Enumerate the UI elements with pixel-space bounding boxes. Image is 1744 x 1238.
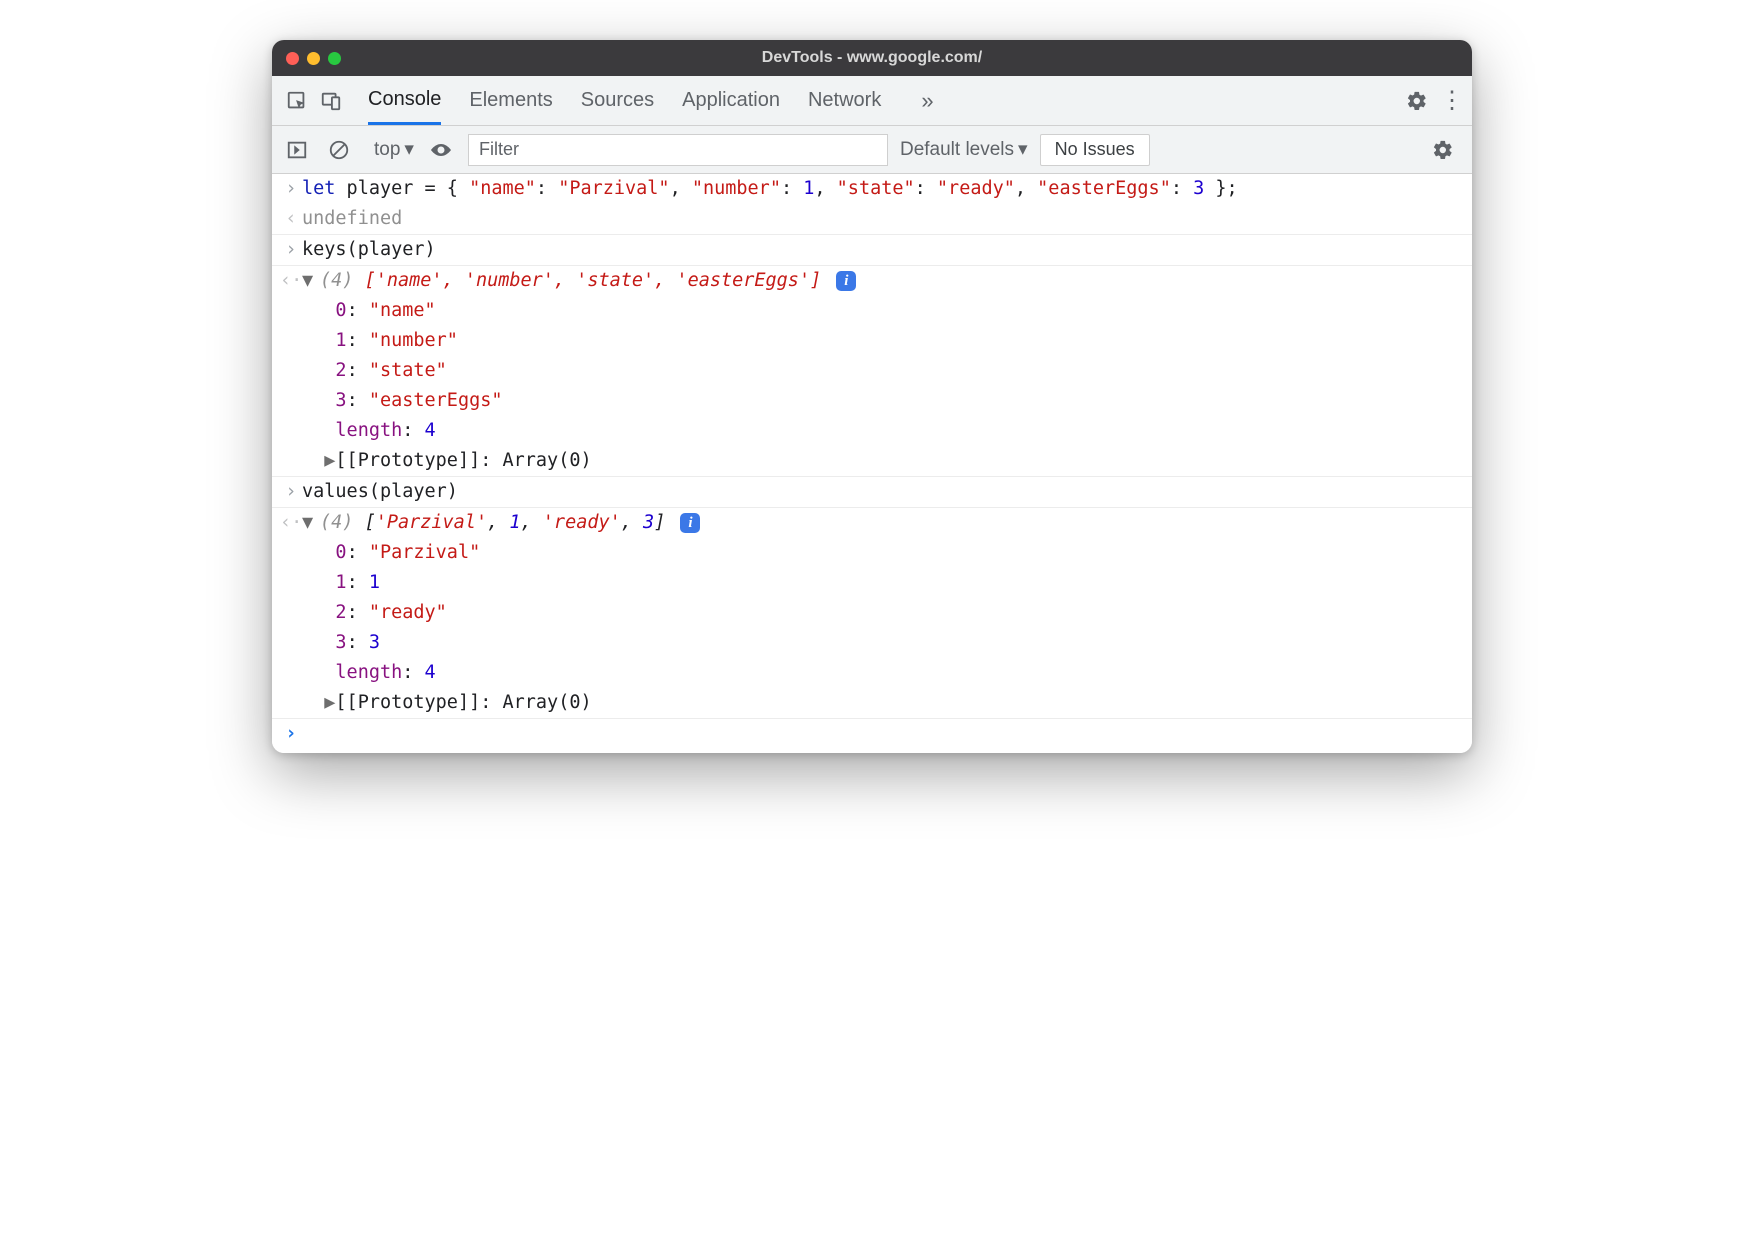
- output-value: undefined: [302, 204, 1464, 234]
- console-input-text: keys(player): [302, 235, 1464, 265]
- inspect-icon[interactable]: [282, 86, 312, 116]
- expand-toggle-icon[interactable]: ▼: [302, 508, 320, 538]
- array-prototype[interactable]: ▶[[Prototype]]: Array(0): [272, 688, 1472, 719]
- output-prompt-icon: ‹·: [280, 508, 302, 538]
- array-summary[interactable]: ▼(4) ['name', 'number', 'state', 'easter…: [302, 266, 1464, 296]
- output-prompt-icon: ‹: [280, 204, 302, 234]
- dropdown-icon: ▾: [1018, 138, 1028, 161]
- console-active-prompt[interactable]: ›: [272, 719, 1472, 753]
- info-icon[interactable]: i: [680, 513, 700, 533]
- console-input-text: values(player): [302, 477, 1464, 507]
- console-output-row: ‹ undefined: [272, 204, 1472, 235]
- context-selector[interactable]: top ▾: [374, 138, 414, 161]
- array-item: 1: "number": [272, 326, 1472, 356]
- array-item: 0: "name": [272, 296, 1472, 326]
- levels-label: Default levels: [900, 139, 1014, 161]
- tab-elements[interactable]: Elements: [469, 76, 552, 125]
- issues-button[interactable]: No Issues: [1040, 134, 1150, 166]
- array-item: 0: "Parzival": [272, 538, 1472, 568]
- tab-console[interactable]: Console: [368, 76, 441, 125]
- output-prompt-icon: ‹·: [280, 266, 302, 296]
- console-output: › let player = { "name": "Parzival", "nu…: [272, 174, 1472, 753]
- array-length: length: 4: [272, 658, 1472, 688]
- settings-gear-icon[interactable]: [1406, 90, 1436, 112]
- input-prompt-icon: ›: [280, 477, 302, 507]
- input-prompt-icon: ›: [280, 719, 302, 753]
- more-menu-icon[interactable]: ⋮: [1440, 86, 1462, 115]
- filter-input[interactable]: [468, 134, 888, 166]
- expand-toggle-icon[interactable]: ▶: [324, 450, 335, 471]
- device-toggle-icon[interactable]: [316, 86, 346, 116]
- console-settings-gear-icon[interactable]: [1432, 139, 1462, 161]
- live-expression-icon[interactable]: [426, 135, 456, 165]
- array-summary[interactable]: ▼(4) ['Parzival', 1, 'ready', 3] i: [302, 508, 1464, 538]
- devtools-window: DevTools - www.google.com/ Console Eleme…: [272, 40, 1472, 753]
- console-input-row[interactable]: › values(player): [272, 477, 1472, 508]
- context-label: top: [374, 139, 400, 161]
- close-button[interactable]: [286, 52, 299, 65]
- console-toolbar: top ▾ Default levels ▾ No Issues: [272, 126, 1472, 174]
- array-item: 2: "state": [272, 356, 1472, 386]
- array-item: 1: 1: [272, 568, 1472, 598]
- info-icon[interactable]: i: [836, 271, 856, 291]
- array-length: length: 4: [272, 416, 1472, 446]
- dropdown-icon: ▾: [404, 138, 414, 161]
- tab-network[interactable]: Network: [808, 76, 881, 125]
- sidebar-toggle-icon[interactable]: [282, 135, 312, 165]
- input-prompt-icon: ›: [280, 235, 302, 265]
- console-input-row[interactable]: › keys(player): [272, 235, 1472, 266]
- console-output-row: ‹· ▼(4) ['Parzival', 1, 'ready', 3] i: [272, 508, 1472, 538]
- console-input-text: let player = { "name": "Parzival", "numb…: [302, 174, 1464, 204]
- array-prototype[interactable]: ▶[[Prototype]]: Array(0): [272, 446, 1472, 477]
- console-input-row[interactable]: › let player = { "name": "Parzival", "nu…: [272, 174, 1472, 204]
- tab-application[interactable]: Application: [682, 76, 780, 125]
- panel-tabs: Console Elements Sources Application Net…: [368, 76, 1402, 125]
- array-item: 2: "ready": [272, 598, 1472, 628]
- tabbar: Console Elements Sources Application Net…: [272, 76, 1472, 126]
- more-tabs-button[interactable]: »: [921, 88, 933, 114]
- expand-toggle-icon[interactable]: ▶: [324, 692, 335, 713]
- array-item: 3: "easterEggs": [272, 386, 1472, 416]
- expand-toggle-icon[interactable]: ▼: [302, 266, 320, 296]
- log-levels-selector[interactable]: Default levels ▾: [900, 138, 1028, 161]
- window-controls: [286, 52, 341, 65]
- console-output-row: ‹· ▼(4) ['name', 'number', 'state', 'eas…: [272, 266, 1472, 296]
- maximize-button[interactable]: [328, 52, 341, 65]
- array-item: 3: 3: [272, 628, 1472, 658]
- tab-sources[interactable]: Sources: [581, 76, 654, 125]
- input-prompt-icon: ›: [280, 174, 302, 204]
- window-title: DevTools - www.google.com/: [272, 49, 1472, 67]
- titlebar: DevTools - www.google.com/: [272, 40, 1472, 76]
- minimize-button[interactable]: [307, 52, 320, 65]
- clear-console-icon[interactable]: [324, 135, 354, 165]
- console-input-text[interactable]: [302, 719, 1464, 753]
